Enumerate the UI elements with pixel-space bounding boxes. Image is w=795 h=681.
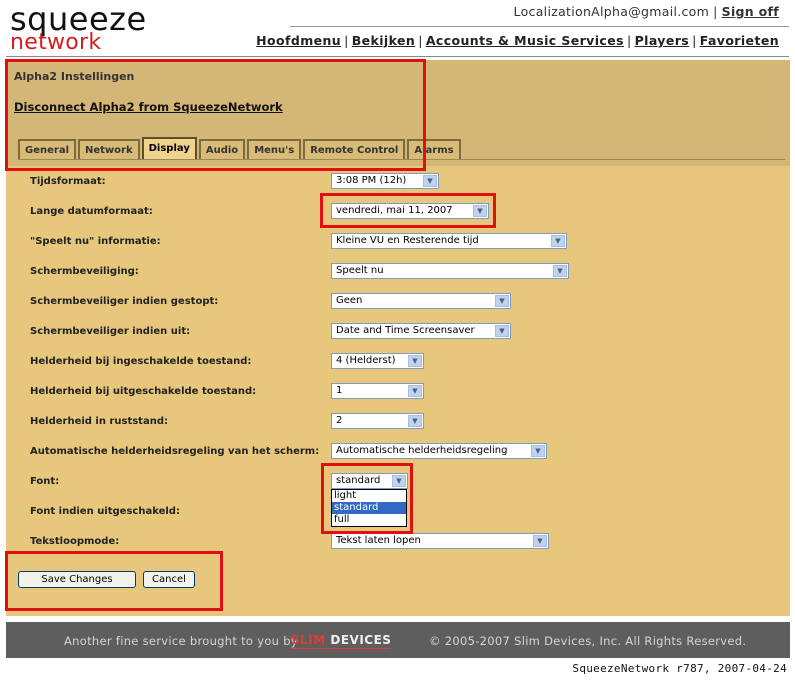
page-title: Alpha2 Instellingen bbox=[14, 70, 135, 83]
tab-audio[interactable]: Audio bbox=[198, 139, 246, 159]
select-helderheid-ruststand[interactable]: 2 ▼ bbox=[331, 413, 424, 429]
label-schermbeveiliger-gestopt: Schermbeveiliger indien gestopt: bbox=[30, 296, 219, 307]
save-changes-button[interactable]: Save Changes bbox=[18, 571, 136, 588]
separator: | bbox=[713, 4, 718, 19]
select-value: vendredi, mai 11, 2007 bbox=[336, 205, 453, 216]
nav-players[interactable]: Players bbox=[635, 33, 690, 48]
select-speelt-nu-informatie[interactable]: Kleine VU en Resterende tijd ▼ bbox=[331, 233, 567, 249]
select-helderheid-ingeschakeld[interactable]: 4 (Helderst) ▼ bbox=[331, 353, 424, 369]
select-tekstloopmode[interactable]: Tekst laten lopen ▼ bbox=[331, 533, 549, 549]
panel-header: Alpha2 Instellingen Disconnect Alpha2 fr… bbox=[6, 60, 790, 166]
select-value: Kleine VU en Resterende tijd bbox=[336, 235, 479, 246]
select-automatische-helderheidsregeling[interactable]: Automatische helderheidsregeling ▼ bbox=[331, 443, 547, 459]
select-schermbeveiliging[interactable]: Speelt nu ▼ bbox=[331, 263, 569, 279]
tab-remote-control[interactable]: Remote Control bbox=[303, 139, 406, 159]
account-email: LocalizationAlpha@gmail.com bbox=[513, 4, 710, 19]
select-value: 4 (Helderst) bbox=[336, 355, 396, 366]
chevron-down-icon[interactable]: ▼ bbox=[553, 265, 567, 277]
label-font-uitgeschakeld: Font indien uitgeschakeld: bbox=[30, 506, 180, 517]
tab-display[interactable]: Display bbox=[141, 137, 197, 159]
main-navigation: Hoofdmenu | Bekijken | Accounts & Music Serv… bbox=[256, 33, 779, 48]
label-helderheid-uitgeschakeld: Helderheid bij uitgeschakelde toestand: bbox=[30, 386, 257, 397]
nav-bekijken[interactable]: Bekijken bbox=[352, 33, 415, 48]
label-tijdsformaat: Tijdsformaat: bbox=[30, 176, 106, 187]
account-bar: LocalizationAlpha@gmail.com | Sign off bbox=[514, 4, 779, 19]
label-schermbeveiliging: Schermbeveiliging: bbox=[30, 266, 139, 277]
select-value: Tekst laten lopen bbox=[336, 535, 421, 546]
separator: | bbox=[344, 33, 349, 48]
nav-accounts-music-services[interactable]: Accounts & Music Services bbox=[426, 33, 624, 48]
nav-favorieten[interactable]: Favorieten bbox=[700, 33, 779, 48]
slim-devices-logo-slim: SLIM bbox=[291, 633, 326, 647]
select-value: 2 bbox=[336, 415, 343, 426]
label-tekstloopmode: Tekstloopmode: bbox=[30, 536, 120, 547]
tab-network[interactable]: Network bbox=[78, 139, 140, 159]
dropdown-option-light[interactable]: light bbox=[332, 490, 406, 502]
version-info: SqueezeNetwork r787, 2007-04-24 bbox=[572, 662, 787, 675]
label-automatische-helderheidsregeling: Automatische helderheidsregeling van het… bbox=[30, 446, 320, 457]
label-speelt-nu-informatie: "Speelt nu" informatie: bbox=[30, 236, 161, 247]
font-dropdown-list[interactable]: light standard full bbox=[331, 489, 407, 527]
footer: Another fine service brought to you by S… bbox=[6, 622, 790, 658]
chevron-down-icon[interactable]: ▼ bbox=[495, 325, 509, 337]
chevron-down-icon[interactable]: ▼ bbox=[531, 445, 545, 457]
select-lange-datumformaat[interactable]: vendredi, mai 11, 2007 ▼ bbox=[331, 203, 489, 219]
header-divider bbox=[290, 26, 789, 27]
label-font: Font: bbox=[30, 476, 60, 487]
tab-general[interactable]: General bbox=[18, 139, 76, 159]
settings-panel: Alpha2 Instellingen Disconnect Alpha2 fr… bbox=[6, 60, 790, 616]
label-lange-datumformaat: Lange datumformaat: bbox=[30, 206, 153, 217]
select-value: 3:08 PM (12h) bbox=[336, 175, 407, 186]
chevron-down-icon[interactable]: ▼ bbox=[495, 295, 509, 307]
select-value: Geen bbox=[336, 295, 363, 306]
sign-off-link[interactable]: Sign off bbox=[722, 4, 779, 19]
chevron-down-icon[interactable]: ▼ bbox=[408, 385, 422, 397]
label-helderheid-ruststand: Helderheid in ruststand: bbox=[30, 416, 168, 427]
slim-devices-logo[interactable]: SLIM DEVICES bbox=[291, 633, 392, 649]
settings-tabs: General Network Display Audio Menu's Rem… bbox=[18, 137, 463, 159]
separator: | bbox=[626, 33, 632, 48]
select-value: Automatische helderheidsregeling bbox=[336, 445, 508, 456]
chevron-down-icon[interactable]: ▼ bbox=[473, 205, 487, 217]
select-value: Date and Time Screensaver bbox=[336, 325, 475, 336]
dropdown-option-full[interactable]: full bbox=[332, 514, 406, 526]
select-value: Speelt nu bbox=[336, 265, 384, 276]
dropdown-option-standard[interactable]: standard bbox=[332, 502, 406, 514]
footer-tagline: Another fine service brought to you by bbox=[64, 634, 298, 648]
chevron-down-icon[interactable]: ▼ bbox=[392, 475, 406, 487]
label-helderheid-ingeschakeld: Helderheid bij ingeschakelde toestand: bbox=[30, 356, 252, 367]
select-value: 1 bbox=[336, 385, 343, 396]
chevron-down-icon[interactable]: ▼ bbox=[551, 235, 565, 247]
select-helderheid-uitgeschakeld[interactable]: 1 ▼ bbox=[331, 383, 424, 399]
cancel-button[interactable]: Cancel bbox=[143, 571, 195, 588]
chevron-down-icon[interactable]: ▼ bbox=[408, 415, 422, 427]
label-schermbeveiliger-uit: Schermbeveiliger indien uit: bbox=[30, 326, 191, 337]
tab-menus[interactable]: Menu's bbox=[247, 139, 302, 159]
separator: | bbox=[692, 33, 697, 48]
select-schermbeveiliger-gestopt[interactable]: Geen ▼ bbox=[331, 293, 511, 309]
nav-divider bbox=[6, 56, 789, 57]
separator: | bbox=[418, 33, 423, 48]
nav-hoofdmenu[interactable]: Hoofdmenu bbox=[256, 33, 341, 48]
select-schermbeveiliger-uit[interactable]: Date and Time Screensaver ▼ bbox=[331, 323, 511, 339]
chevron-down-icon[interactable]: ▼ bbox=[408, 355, 422, 367]
squeezenetwork-logo[interactable]: squeeze network bbox=[10, 3, 147, 54]
tab-alarms[interactable]: Alarms bbox=[407, 139, 461, 159]
select-font[interactable]: standard ▼ bbox=[331, 473, 408, 489]
select-value: standard bbox=[336, 475, 381, 486]
slim-devices-logo-devices: DEVICES bbox=[325, 633, 392, 647]
disconnect-player-link[interactable]: Disconnect Alpha2 from SqueezeNetwork bbox=[14, 100, 283, 114]
footer-copyright: © 2005-2007 Slim Devices, Inc. All Right… bbox=[429, 634, 747, 648]
select-tijdsformaat[interactable]: 3:08 PM (12h) ▼ bbox=[331, 173, 439, 189]
tab-underline bbox=[18, 159, 785, 160]
chevron-down-icon[interactable]: ▼ bbox=[533, 535, 547, 547]
chevron-down-icon[interactable]: ▼ bbox=[423, 175, 437, 187]
